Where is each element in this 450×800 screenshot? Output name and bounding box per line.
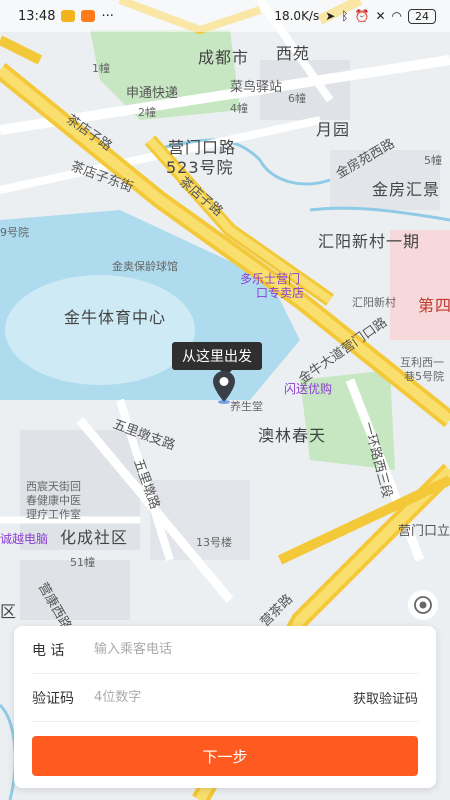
more-notifications-icon: ··· xyxy=(101,8,114,24)
passenger-form-card: 电 话 验证码 获取验证码 下一步 xyxy=(14,626,436,788)
phone-row: 电 话 xyxy=(32,626,418,674)
code-row: 验证码 获取验证码 xyxy=(32,674,418,722)
notification-app-icon xyxy=(81,10,96,22)
map-label: 523号院 xyxy=(166,158,234,177)
code-label: 验证码 xyxy=(32,690,74,707)
map-label: 金房汇景 xyxy=(372,180,441,199)
code-input[interactable] xyxy=(94,690,353,705)
map-label: 2幢 xyxy=(138,106,156,119)
locate-me-button[interactable] xyxy=(408,590,438,620)
phone-label: 电 话 xyxy=(32,642,65,659)
map-label: 1幢 xyxy=(92,62,110,75)
map-label: 51幢 xyxy=(70,556,95,569)
map-label: 菜鸟驿站 xyxy=(230,80,283,95)
map-label: 闪送优购 xyxy=(284,382,333,396)
map-label: 第四 xyxy=(418,296,450,315)
map-label: 9号院 xyxy=(0,226,29,239)
phone-input[interactable] xyxy=(94,642,418,657)
start-point-tooltip: 从这里出发 xyxy=(172,342,262,376)
map-label: 汇阳新村 xyxy=(352,296,396,309)
map-label: 巷5号院 xyxy=(404,370,444,383)
map-label: 5幢 xyxy=(424,154,442,167)
map-label: 口专卖店 xyxy=(256,286,305,300)
map-label: 金奥保龄球馆 xyxy=(112,260,178,273)
map-label: 金牛体育中心 xyxy=(64,308,167,327)
next-step-button[interactable]: 下一步 xyxy=(32,736,418,776)
map-label: 6幢 xyxy=(288,92,306,105)
network-speed: 18.0K/s xyxy=(274,9,320,23)
map-label: 化成社区 xyxy=(60,528,129,547)
map-label: 西苑 xyxy=(276,44,311,63)
map-label: 营门口立 xyxy=(398,524,450,539)
map-label: 成都市 xyxy=(198,48,250,67)
battery-icon: 24 xyxy=(408,8,436,24)
map-label: 月园 xyxy=(316,120,351,139)
map-label: 区 xyxy=(0,602,18,621)
map-label: 诚越电脑 xyxy=(0,532,49,546)
status-time: 13:48 xyxy=(18,8,56,24)
location-pin-icon[interactable] xyxy=(212,370,236,404)
mute-icon: ✕ xyxy=(375,9,386,23)
map-label: 13号楼 xyxy=(196,536,232,549)
wifi-icon: ◠ xyxy=(391,9,402,23)
map-label: 4幢 xyxy=(230,102,248,115)
status-bar: 13:48 ··· 18.0K/s ➤ ᛒ ⏰ ✕ ◠ 24 xyxy=(0,0,450,32)
location-icon: ➤ xyxy=(325,9,336,23)
get-code-button[interactable]: 获取验证码 xyxy=(353,688,418,707)
notification-app-icon xyxy=(61,10,76,22)
target-icon xyxy=(414,596,432,614)
alarm-icon: ⏰ xyxy=(354,9,370,23)
map-label: 申通快递 xyxy=(126,86,179,101)
bluetooth-icon: ᛒ xyxy=(341,9,349,23)
map-label: 澳林春天 xyxy=(258,426,327,445)
map-label: 理疗工作室 xyxy=(26,508,81,521)
map-label: 汇阳新村一期 xyxy=(318,232,421,251)
